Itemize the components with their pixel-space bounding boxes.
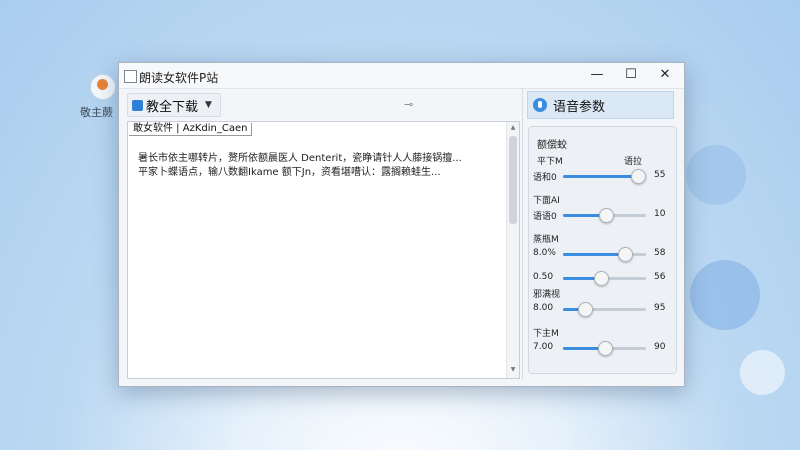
scroll-down-arrow-icon[interactable]: ▼ (507, 366, 519, 376)
slider-value: 95 (654, 303, 666, 313)
slider-track[interactable] (563, 302, 646, 317)
slider-fill (563, 253, 624, 256)
download-dropdown-button[interactable]: 教全下载 ▼ (127, 93, 221, 117)
slider-thumb[interactable] (594, 271, 610, 286)
app-logo-icon (132, 99, 143, 111)
slider-fill (563, 175, 637, 178)
document-tab[interactable]: 敢女软件 | AzKdin_Caen (129, 123, 253, 136)
slider-thumb[interactable] (598, 208, 614, 223)
slider-value: 90 (654, 342, 666, 352)
slider-thumb[interactable] (630, 169, 646, 184)
section-label: 下主M (533, 329, 559, 339)
section-label: 邪满视 (533, 290, 561, 300)
slider-left-value: 语语0 (533, 212, 557, 222)
vertical-scrollbar[interactable]: ▲ ▼ (506, 122, 519, 378)
close-button[interactable]: ✕ (648, 64, 682, 86)
window-title: 朗读女软件P站 (139, 71, 219, 85)
text-line: 暑长市依主哪转片，赘所依额晨医人 Denterit，瓷睁请针人人藤接锅擅... (138, 153, 462, 164)
hint-label-left: 平下M (537, 157, 563, 167)
background-blob (686, 145, 746, 205)
slider-value: 55 (654, 170, 666, 180)
slider-track[interactable] (563, 271, 646, 286)
slider-value: 56 (654, 272, 666, 282)
slider-track[interactable] (563, 247, 646, 262)
panel-divider[interactable] (522, 88, 523, 380)
app-shortcut-icon (90, 74, 116, 100)
text-content[interactable]: 暑长市依主哪转片，赘所依额晨医人 Denterit，瓷睁请针人人藤接锅擅... … (138, 152, 503, 180)
slider-track[interactable] (563, 341, 646, 356)
slider-value: 58 (654, 248, 666, 258)
maximize-button[interactable]: ☐ (614, 64, 648, 86)
voice-params-panel: 额偿蛟 平下M 语拉 语和0 55 下面AI 语语0 10 蒸瓶M 8.0% 5… (528, 126, 677, 374)
minimize-button[interactable]: — (580, 64, 614, 86)
toolbar: 教全下载 ▼ ⊸ (119, 88, 518, 121)
app-window: 朗读女软件P站 — ☐ ✕ 教全下载 ▼ ⊸ 敢女软件 | AzKdin_Cae… (118, 62, 685, 387)
desktop-shortcut-label: 敬主蕨 (80, 106, 113, 119)
microphone-icon (533, 98, 547, 112)
slider-value: 10 (654, 209, 666, 219)
section-label: 蒸瓶M (533, 235, 559, 245)
app-icon (124, 70, 137, 83)
slider-thumb[interactable] (577, 302, 593, 317)
scroll-up-arrow-icon[interactable]: ▲ (507, 124, 519, 134)
slider-thumb[interactable] (617, 247, 633, 262)
background-blob (740, 350, 785, 395)
slider-track[interactable] (563, 169, 646, 184)
download-button-label: 教全下载 (146, 99, 199, 115)
chevron-down-icon: ▼ (205, 100, 212, 110)
voice-params-header[interactable]: 语音参数 (527, 91, 674, 119)
section-label: 下面AI (533, 196, 560, 206)
scrollbar-thumb[interactable] (509, 136, 517, 224)
text-editor[interactable]: 敢女软件 | AzKdin_Caen 暑长市依主哪转片，赘所依额晨医人 Dent… (127, 121, 520, 379)
title-bar[interactable]: 朗读女软件P站 — ☐ ✕ (119, 63, 684, 89)
panel-title: 语音参数 (553, 99, 606, 115)
slider-left-value: 语和0 (533, 173, 557, 183)
slider-thumb[interactable] (597, 341, 613, 356)
slider-left-value: 8.00 (533, 303, 554, 313)
text-line: 平家卜蝶语点，输八数翻Ikame 额下Jn，资看堪嘈认：露搁赖蛙生... (138, 167, 441, 178)
slider-left-value: 7.00 (533, 342, 554, 352)
group-title: 额偿蛟 (537, 140, 567, 151)
slider-left-value: 0.50 (533, 272, 554, 282)
background-blob (690, 260, 760, 330)
slider-left-value: 8.0% (533, 248, 556, 258)
slider-track[interactable] (563, 208, 646, 223)
pin-icon[interactable]: ⊸ (404, 98, 413, 111)
hint-label-right: 语拉 (624, 157, 643, 167)
